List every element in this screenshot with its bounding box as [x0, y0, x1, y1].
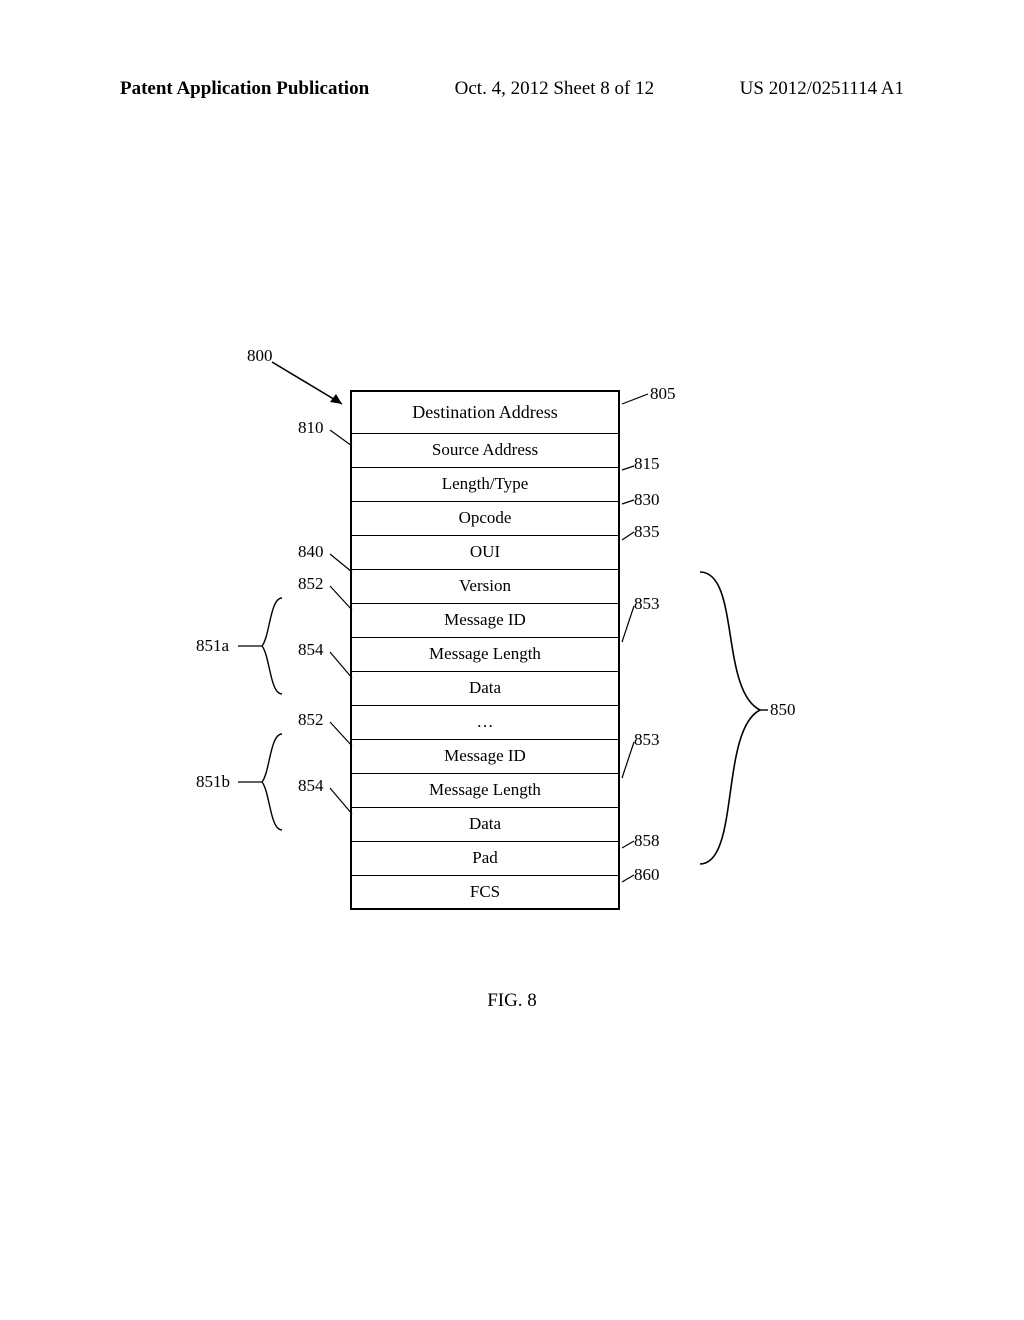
page-header: Patent Application Publication Oct. 4, 2…: [0, 78, 1024, 100]
field-length-type: Length/Type: [351, 467, 619, 501]
field-row-message-length-1: Message Length: [351, 637, 619, 671]
field-row-message-length-2: Message Length: [351, 773, 619, 807]
field-row-source-address: Source Address: [351, 433, 619, 467]
leader-860: [622, 875, 634, 882]
frame-field-table: Destination Address Source Address Lengt…: [350, 390, 620, 910]
field-row-fcs: FCS: [351, 875, 619, 909]
ref-815: 815: [634, 454, 660, 474]
field-ellipsis: …: [351, 705, 619, 739]
ref-853a: 853: [634, 594, 660, 614]
leader-853b: [622, 742, 634, 778]
field-oui: OUI: [351, 535, 619, 569]
field-row-oui: OUI: [351, 535, 619, 569]
field-row-data-1: Data: [351, 671, 619, 705]
field-source-address: Source Address: [351, 433, 619, 467]
field-data-2: Data: [351, 807, 619, 841]
ref-860: 860: [634, 865, 660, 885]
field-destination-address: Destination Address: [351, 391, 619, 433]
ref-852a: 852: [298, 574, 324, 594]
leader-852a: [330, 586, 352, 610]
ref-800: 800: [247, 346, 273, 366]
field-row-message-id-1: Message ID: [351, 603, 619, 637]
ref-805: 805: [650, 384, 676, 404]
leader-805: [622, 394, 648, 404]
field-row-ellipsis: …: [351, 705, 619, 739]
field-message-length-2: Message Length: [351, 773, 619, 807]
leader-858: [622, 841, 634, 848]
field-row-pad: Pad: [351, 841, 619, 875]
arrow-800: [272, 362, 342, 404]
leader-840: [330, 554, 352, 572]
ref-854b: 854: [298, 776, 324, 796]
field-row-length-type: Length/Type: [351, 467, 619, 501]
ref-830: 830: [634, 490, 660, 510]
ref-840: 840: [298, 542, 324, 562]
brace-850: [700, 572, 760, 864]
field-message-id-1: Message ID: [351, 603, 619, 637]
leader-853a: [622, 606, 634, 642]
field-message-id-2: Message ID: [351, 739, 619, 773]
field-row-version: Version: [351, 569, 619, 603]
header-publication: Patent Application Publication: [120, 78, 369, 100]
leader-835: [622, 532, 634, 540]
field-message-length-1: Message Length: [351, 637, 619, 671]
leader-815: [622, 466, 634, 470]
ref-854a: 854: [298, 640, 324, 660]
field-row-data-2: Data: [351, 807, 619, 841]
ref-851b: 851b: [196, 772, 230, 792]
field-row-opcode: Opcode: [351, 501, 619, 535]
brace-851b: [262, 734, 282, 830]
ref-835: 835: [634, 522, 660, 542]
leader-810: [330, 430, 352, 446]
leader-854a: [330, 652, 352, 678]
leader-852b: [330, 722, 352, 746]
ref-851a: 851a: [196, 636, 229, 656]
field-data-1: Data: [351, 671, 619, 705]
brace-851a: [262, 598, 282, 694]
field-pad: Pad: [351, 841, 619, 875]
field-opcode: Opcode: [351, 501, 619, 535]
ref-850: 850: [770, 700, 796, 720]
field-row-destination-address: Destination Address: [351, 391, 619, 433]
field-table-wrapper: Destination Address Source Address Lengt…: [350, 390, 620, 910]
header-patent-number: US 2012/0251114 A1: [740, 78, 904, 100]
leader-830: [622, 500, 634, 504]
ref-852b: 852: [298, 710, 324, 730]
ref-858: 858: [634, 831, 660, 851]
field-version: Version: [351, 569, 619, 603]
field-fcs: FCS: [351, 875, 619, 909]
figure-caption: FIG. 8: [0, 990, 1024, 1012]
ref-810: 810: [298, 418, 324, 438]
field-row-message-id-2: Message ID: [351, 739, 619, 773]
ref-853b: 853: [634, 730, 660, 750]
header-date-sheet: Oct. 4, 2012 Sheet 8 of 12: [455, 78, 654, 100]
leader-854b: [330, 788, 352, 814]
